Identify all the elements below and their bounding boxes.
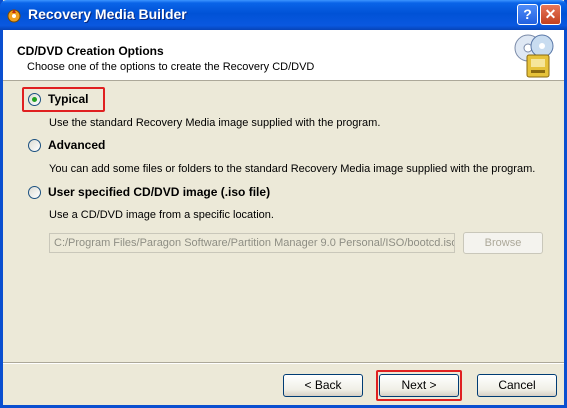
browse-button[interactable]: Browse <box>463 232 543 254</box>
typical-radio[interactable] <box>28 93 41 106</box>
next-button[interactable]: Next > <box>379 374 459 397</box>
window-title: Recovery Media Builder <box>28 6 187 22</box>
cancel-button[interactable]: Cancel <box>477 374 557 397</box>
typical-description: Use the standard Recovery Media image su… <box>49 117 381 129</box>
typical-label[interactable]: Typical <box>48 92 88 106</box>
back-button[interactable]: < Back <box>283 374 363 397</box>
app-icon <box>7 9 21 23</box>
advanced-description: You can add some files or folders to the… <box>49 163 536 175</box>
dialog-window: Recovery Media Builder ? ✕ CD/DVD Creati… <box>0 0 567 408</box>
advanced-label[interactable]: Advanced <box>48 138 105 152</box>
page-title: CD/DVD Creation Options <box>17 44 164 58</box>
help-button[interactable]: ? <box>517 4 538 25</box>
wizard-header: CD/DVD Creation Options Choose one of th… <box>3 30 564 81</box>
custom-iso-radio[interactable] <box>28 186 41 199</box>
advanced-radio[interactable] <box>28 139 41 152</box>
title-bar[interactable]: Recovery Media Builder ? ✕ <box>0 0 567 30</box>
footer-divider <box>3 362 564 364</box>
recovery-media-icon <box>514 34 554 78</box>
custom-iso-description: Use a CD/DVD image from a specific locat… <box>49 209 274 221</box>
custom-iso-label[interactable]: User specified CD/DVD image (.iso file) <box>48 185 270 199</box>
iso-path-input[interactable]: C:/Program Files/Paragon Software/Partit… <box>49 233 455 253</box>
close-button[interactable]: ✕ <box>540 4 561 25</box>
page-subtitle: Choose one of the options to create the … <box>27 61 315 73</box>
